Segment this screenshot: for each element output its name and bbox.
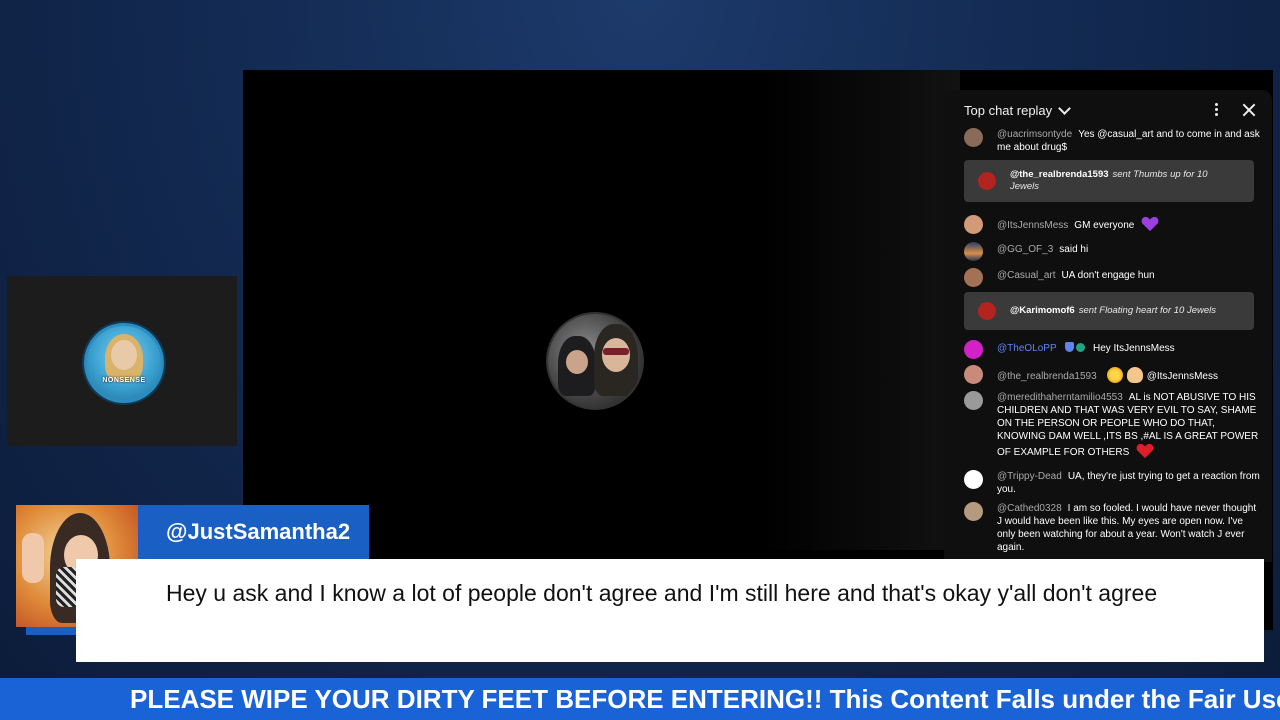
author-avatar[interactable] (964, 391, 983, 410)
gift-author[interactable]: @the_realbrenda1593 (1010, 169, 1109, 180)
author-avatar[interactable] (964, 502, 983, 521)
author-name[interactable]: @GG_OF_3 (997, 244, 1053, 255)
center-profile-avatar (546, 312, 644, 410)
logo-face (111, 340, 137, 370)
moderator-badge-icon (1064, 342, 1074, 352)
author-name[interactable]: @uacrimsontyde (997, 129, 1072, 140)
purple-heart-icon (1141, 216, 1159, 232)
author-avatar[interactable] (964, 242, 983, 261)
message-text: GM everyone (1074, 220, 1135, 231)
sun-emoji-icon (1106, 367, 1123, 383)
chat-message: @ItsJennsMess GM everyone (964, 215, 1260, 234)
member-badge-icon (1075, 343, 1085, 352)
author-name[interactable]: @Cathed0328 (997, 503, 1062, 514)
chat-message: @GG_OF_3 said hi (964, 242, 1260, 261)
author-name[interactable]: @the_realbrenda1593 (997, 371, 1097, 382)
author-avatar[interactable] (964, 128, 983, 147)
author-name[interactable]: @TheOLoPP (997, 343, 1057, 354)
chat-header: Top chat replay (944, 90, 1272, 130)
gift-icon (978, 302, 996, 320)
news-ticker: PLEASE WIPE YOUR DIRTY FEET BEFORE ENTER… (0, 678, 1280, 720)
chat-message: @Cathed0328 I am so fooled. I would have … (964, 502, 1260, 554)
chat-message: @Trippy-Dead UA, they're just trying to g… (964, 470, 1260, 496)
avatar-face-left (566, 350, 588, 374)
author-avatar[interactable] (964, 365, 983, 384)
gift-message: @the_realbrenda1593 sent Thumbs up for 10… (964, 160, 1254, 202)
close-icon[interactable] (1241, 102, 1257, 118)
commenter-name: @JustSamantha2 (138, 505, 369, 559)
author-name[interactable]: @meredithaherntamilio4553 (997, 392, 1123, 403)
chevron-down-icon[interactable] (1058, 101, 1072, 115)
author-name[interactable]: @Trippy-Dead (997, 471, 1062, 482)
message-text: said hi (1059, 244, 1089, 255)
chat-message: @the_realbrenda1593 @ItsJennsMess (964, 365, 1260, 384)
author-avatar[interactable] (964, 470, 983, 489)
gift-text: sent Floating heart for 10 Jewels (1078, 305, 1216, 316)
chat-message: @uacrimsontyde Yes @casual_art and to com… (964, 128, 1260, 154)
author-avatar[interactable] (964, 340, 983, 359)
author-name[interactable]: @Casual_art (997, 270, 1056, 281)
message-text: UA don't engage hun (1061, 270, 1155, 281)
more-options-icon[interactable] (1212, 102, 1220, 118)
chat-message: @TheOLoPP Hey ItsJennsMess (964, 340, 1260, 359)
channel-logo: NONSENSE (84, 323, 164, 403)
avatar-face-right (602, 338, 630, 372)
chat-message: @Casual_art UA don't engage hun (964, 268, 1260, 287)
highlighted-comment: Hey u ask and I know a lot of people don… (76, 559, 1264, 662)
person-emoji-icon (1126, 367, 1143, 383)
sunglasses-shape (603, 348, 629, 355)
message-text: Hey ItsJennsMess (1092, 343, 1175, 354)
chat-mode-dropdown[interactable]: Top chat replay (964, 103, 1052, 118)
gift-author[interactable]: @Karimomof6 (1010, 305, 1075, 316)
author-name[interactable]: @ItsJennsMess (997, 220, 1068, 231)
logo-text: NONSENSE (102, 377, 146, 384)
gift-message: @Karimomof6 sent Floating heart for 10 Je… (964, 292, 1254, 330)
message-text: @ItsJennsMess (1146, 371, 1218, 382)
stage-glow (760, 70, 960, 550)
author-avatar[interactable] (964, 215, 983, 234)
author-avatar[interactable] (964, 268, 983, 287)
ticker-text: PLEASE WIPE YOUR DIRTY FEET BEFORE ENTER… (130, 684, 1280, 714)
gift-icon (978, 172, 996, 190)
chat-panel: Top chat replay @uacrimsontyde Yes @casua… (944, 90, 1272, 562)
peace-hand-shape (22, 533, 44, 583)
red-heart-icon (1136, 443, 1154, 459)
chat-message: @meredithaherntamilio4553 AL is NOT ABUSI… (964, 391, 1260, 459)
